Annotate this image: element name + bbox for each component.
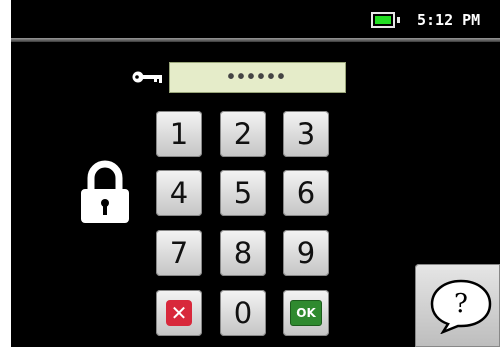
lock-icon: [81, 160, 129, 223]
status-bar: 5:12 PM: [11, 0, 500, 38]
key-icon: [132, 71, 162, 83]
clock: 5:12 PM: [417, 11, 481, 29]
key-1[interactable]: 1: [156, 111, 202, 157]
ok-label: OK: [290, 300, 322, 326]
ok-button[interactable]: OK: [283, 290, 329, 336]
help-symbol: ?: [454, 289, 468, 319]
key-2[interactable]: 2: [220, 111, 266, 157]
key-9[interactable]: 9: [283, 230, 329, 276]
battery-icon: [371, 12, 395, 28]
delete-button[interactable]: ✕: [156, 290, 202, 336]
lock-screen: 5:12 PM •••••• 1 2 3 4 5 6 7 8 9 ✕ 0 OK …: [11, 0, 500, 347]
key-6[interactable]: 6: [283, 170, 329, 216]
speech-bubble-question-icon: ?: [430, 279, 492, 334]
pin-input-field[interactable]: ••••••: [169, 62, 346, 93]
key-7[interactable]: 7: [156, 230, 202, 276]
battery-tip: [397, 17, 400, 23]
status-divider: [11, 38, 500, 42]
key-8[interactable]: 8: [220, 230, 266, 276]
key-0[interactable]: 0: [220, 290, 266, 336]
key-3[interactable]: 3: [283, 111, 329, 157]
key-5[interactable]: 5: [220, 170, 266, 216]
delete-icon: ✕: [166, 300, 192, 326]
help-button[interactable]: ?: [415, 264, 500, 347]
key-4[interactable]: 4: [156, 170, 202, 216]
